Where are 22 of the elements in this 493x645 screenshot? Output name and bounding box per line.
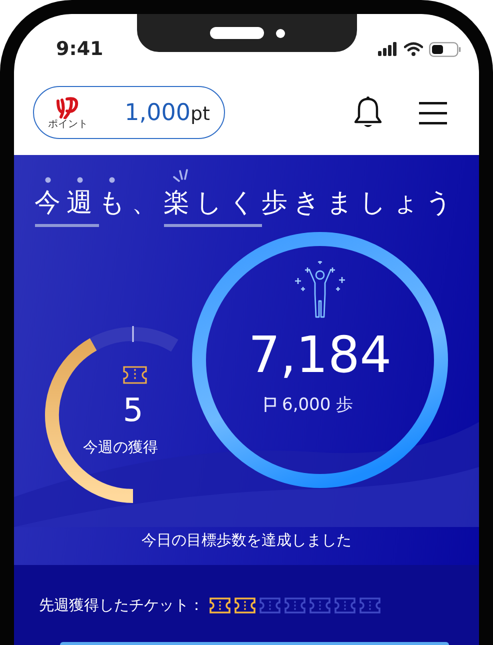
brand-caption: ポイント	[48, 120, 88, 130]
notification-bell-icon[interactable]	[353, 96, 383, 130]
last-week-label: 先週獲得したチケット：	[39, 596, 204, 614]
weekly-ticket-count: 5	[122, 390, 144, 430]
status-time: 9:41	[56, 38, 104, 60]
step-count: 7,184	[247, 325, 393, 385]
heading-text: 今週	[34, 177, 98, 227]
heading-text: 楽しく	[164, 177, 262, 227]
brand-logo-icon	[55, 95, 81, 119]
heading-text: 歩きましょう	[262, 187, 458, 220]
points-amount: 1,000pt	[124, 100, 210, 126]
ticket-icon	[122, 365, 148, 385]
points-badge[interactable]: ポイント 1,000pt	[33, 86, 225, 139]
flag-icon	[264, 397, 276, 412]
signal-icon	[378, 42, 398, 56]
weekly-ticket-label: 今週の獲得	[83, 437, 158, 457]
achievement-message: 今日の目標歩数を達成しました	[140, 530, 352, 551]
menu-icon[interactable]	[419, 100, 447, 124]
step-goal: 6,000 歩	[282, 394, 354, 416]
heading-text: 、	[132, 187, 164, 220]
battery-icon	[429, 42, 461, 56]
wifi-icon	[404, 42, 423, 56]
